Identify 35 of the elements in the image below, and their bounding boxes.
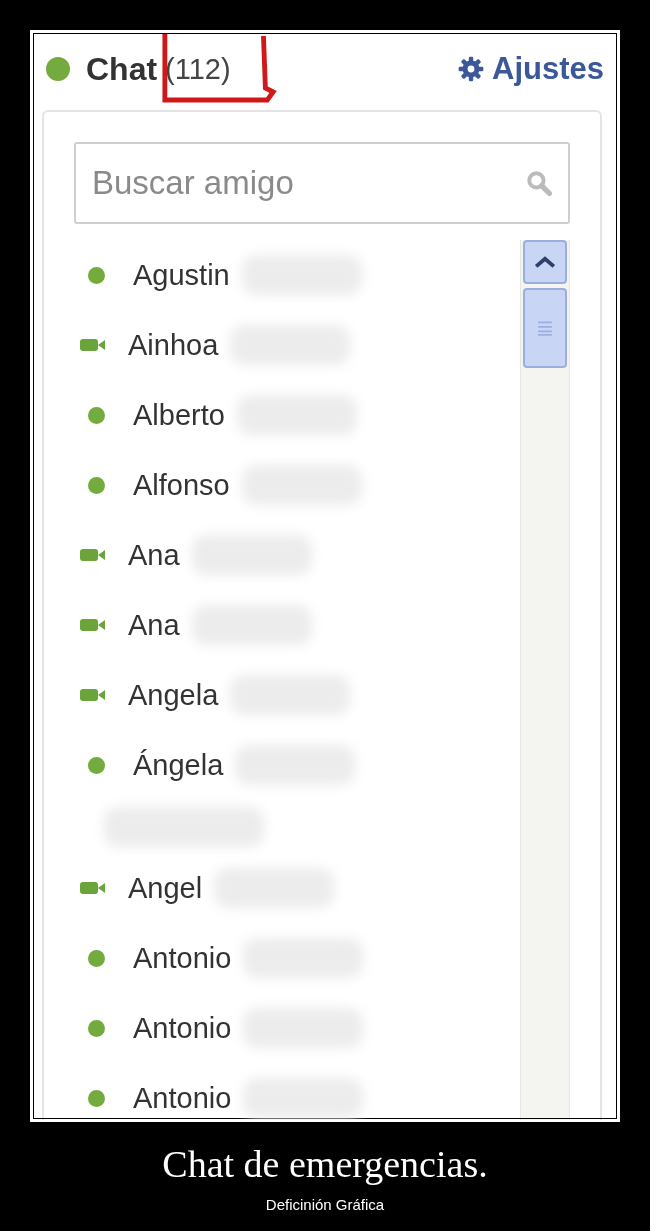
poster-subtitle: Deficinión Gráfica bbox=[264, 1196, 386, 1213]
friend-item[interactable]: Ainhoa bbox=[74, 310, 520, 380]
friend-item[interactable]: Antonio bbox=[74, 1063, 520, 1120]
friend-count: (112) bbox=[165, 52, 231, 86]
friend-item[interactable]: Alfonso bbox=[74, 450, 520, 520]
poster-caption: Chat de emergencias. bbox=[161, 1142, 489, 1186]
scroll-thumb[interactable] bbox=[523, 288, 567, 368]
video-camera-icon bbox=[80, 688, 106, 702]
settings-link[interactable]: Ajustes bbox=[458, 51, 604, 87]
video-camera-icon bbox=[80, 338, 106, 352]
search-field[interactable]: Buscar amigo bbox=[74, 142, 570, 224]
friend-item[interactable]: Alberto bbox=[74, 380, 520, 450]
friend-item[interactable]: Angel bbox=[74, 853, 520, 923]
friend-item[interactable]: Antonio bbox=[74, 993, 520, 1063]
search-icon bbox=[526, 170, 552, 196]
friend-item[interactable]: Ana bbox=[74, 520, 520, 590]
online-dot-icon bbox=[88, 476, 105, 494]
chat-title: Chat bbox=[86, 50, 158, 88]
video-camera-icon bbox=[80, 548, 106, 562]
friend-item[interactable]: Agustin bbox=[74, 240, 520, 310]
online-dot-icon bbox=[88, 949, 105, 967]
friend-item[interactable]: Ángela bbox=[74, 730, 520, 800]
online-dot-icon bbox=[88, 406, 105, 424]
scrollbar[interactable] bbox=[520, 240, 570, 1120]
video-camera-icon bbox=[80, 881, 106, 895]
friend-item[interactable]: Ana bbox=[74, 590, 520, 660]
friend-item[interactable]: Angela bbox=[74, 660, 520, 730]
online-dot-icon bbox=[88, 756, 105, 774]
video-camera-icon bbox=[80, 618, 106, 632]
friend-item[interactable]: Antonio bbox=[74, 923, 520, 993]
chevron-up-icon bbox=[534, 255, 556, 269]
online-dot-icon bbox=[88, 1019, 105, 1037]
online-dot-icon bbox=[88, 266, 105, 284]
scroll-up-button[interactable] bbox=[523, 240, 567, 284]
online-dot-icon bbox=[88, 1089, 105, 1107]
